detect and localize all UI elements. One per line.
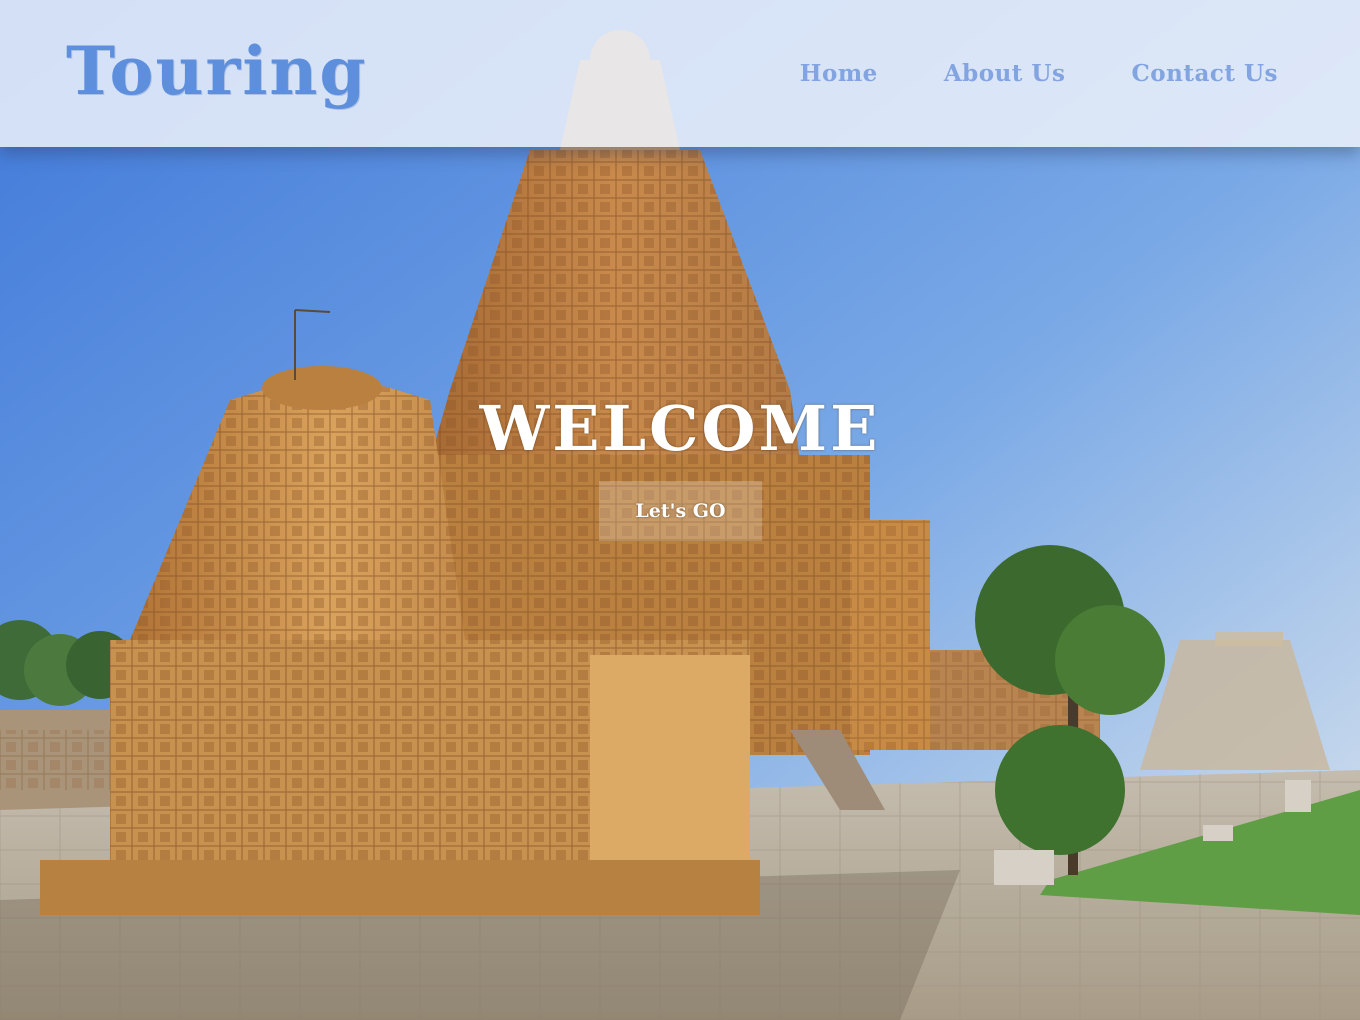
nav-about-us-link[interactable]: About Us <box>944 60 1066 87</box>
site-header: Touring Home About Us Contact Us <box>0 0 1360 147</box>
hero-title: WELCOME <box>479 392 881 465</box>
nav-contact-us-link[interactable]: Contact Us <box>1131 60 1278 87</box>
logo[interactable]: Touring <box>66 32 368 110</box>
lets-go-button[interactable]: Let's GO <box>599 481 762 541</box>
nav-home-link[interactable]: Home <box>800 60 878 87</box>
main-nav: Home About Us Contact Us <box>800 60 1278 87</box>
